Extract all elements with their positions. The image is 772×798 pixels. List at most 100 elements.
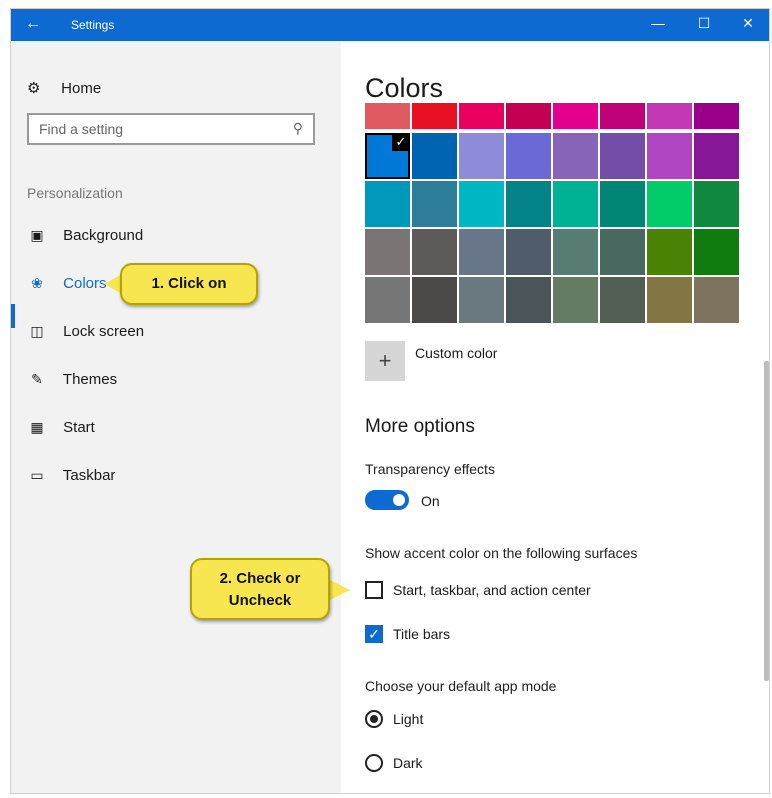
color-swatch[interactable] [506, 133, 551, 179]
callout-check-uncheck: 2. Check or Uncheck [190, 558, 330, 620]
start-icon: ▦ [30, 419, 44, 435]
toggle-knob [393, 494, 405, 506]
taskbar-icon: ▭ [30, 467, 44, 483]
color-swatch[interactable] [365, 229, 410, 275]
gear-icon: ⚙ [27, 80, 41, 97]
sidebar: ⚙ Home Find a setting ⚲ Personalization … [11, 41, 341, 793]
callout-check-line1: 2. Check or [219, 570, 301, 587]
sidebar-item-colors[interactable]: ❀ Colors [27, 275, 107, 299]
color-swatch[interactable] [412, 181, 457, 227]
active-indicator [11, 304, 15, 328]
minimize-button[interactable]: — [643, 15, 673, 31]
section-label: Personalization [27, 185, 123, 201]
sidebar-item-background[interactable]: ▣ Background [27, 227, 143, 251]
app-mode-label: Choose your default app mode [365, 678, 557, 694]
sidebar-item-label: Background [63, 227, 144, 244]
sidebar-item-taskbar[interactable]: ▭ Taskbar [27, 467, 115, 491]
color-swatch[interactable] [459, 181, 504, 227]
sidebar-item-label: Lock screen [63, 323, 145, 340]
color-swatch[interactable] [412, 229, 457, 275]
color-swatch[interactable] [694, 133, 739, 179]
back-arrow-icon[interactable]: ← [25, 15, 41, 33]
search-icon[interactable]: ⚲ [293, 120, 303, 137]
color-swatch[interactable] [459, 133, 504, 179]
accent-surfaces-label: Show accent color on the following surfa… [365, 545, 638, 561]
color-swatch[interactable] [553, 103, 598, 129]
color-swatch[interactable] [553, 133, 598, 179]
color-swatch[interactable] [647, 181, 692, 227]
color-swatch[interactable] [365, 103, 410, 129]
home-label: Home [61, 80, 102, 97]
settings-window: ← Settings — ☐ ✕ ⚙ Home Find a setting ⚲… [10, 8, 770, 794]
transparency-label: Transparency effects [365, 461, 495, 477]
light-label: Light [393, 711, 424, 727]
page-title: Colors [365, 73, 444, 103]
color-swatch[interactable] [647, 133, 692, 179]
more-options-heading: More options [365, 416, 475, 437]
palette-icon: ❀ [31, 275, 43, 291]
custom-color-label: Custom color [415, 345, 498, 361]
sidebar-item-label: Themes [62, 371, 118, 388]
start-taskbar-label: Start, taskbar, and action center [393, 582, 591, 598]
color-swatch[interactable] [553, 229, 598, 275]
search-placeholder: Find a setting [39, 121, 124, 137]
color-swatch[interactable] [553, 181, 598, 227]
custom-color-button[interactable]: + [365, 341, 405, 381]
color-swatch[interactable] [647, 277, 692, 323]
color-swatch[interactable] [694, 277, 739, 323]
color-swatch[interactable] [600, 229, 645, 275]
color-swatch[interactable]: ✓ [365, 133, 410, 179]
sidebar-item-themes[interactable]: ✎ Themes [27, 371, 117, 395]
color-swatch[interactable] [365, 181, 410, 227]
color-swatch[interactable] [694, 103, 739, 129]
transparency-state: On [421, 493, 440, 509]
color-swatch[interactable] [412, 103, 457, 129]
color-swatch[interactable] [600, 133, 645, 179]
light-radio[interactable] [365, 710, 383, 728]
color-swatch[interactable] [459, 229, 504, 275]
color-swatch[interactable] [506, 103, 551, 129]
start-taskbar-checkbox[interactable] [365, 581, 383, 599]
title-bar: ← Settings — ☐ ✕ [11, 9, 769, 41]
color-swatch[interactable] [412, 133, 457, 179]
color-swatch[interactable] [459, 103, 504, 129]
sidebar-item-label: Colors [63, 275, 107, 292]
color-swatch[interactable] [506, 229, 551, 275]
color-swatch[interactable] [365, 277, 410, 323]
lock-screen-icon: ◫ [30, 323, 44, 339]
sidebar-item-label: Start [63, 419, 95, 436]
sidebar-item-label: Taskbar [62, 467, 116, 484]
color-swatch[interactable] [694, 181, 739, 227]
color-swatch[interactable] [647, 103, 692, 129]
color-swatch[interactable] [553, 277, 598, 323]
sidebar-item-start[interactable]: ▦ Start [27, 419, 95, 443]
close-button[interactable]: ✕ [733, 15, 763, 32]
callout-check-line2: Uncheck [228, 592, 292, 609]
sidebar-item-lock-screen[interactable]: ◫ Lock screen [27, 323, 144, 347]
color-swatch[interactable] [647, 229, 692, 275]
dark-radio[interactable] [365, 754, 383, 772]
transparency-toggle[interactable] [365, 490, 409, 510]
color-swatch[interactable] [600, 181, 645, 227]
color-swatch[interactable] [600, 103, 645, 129]
color-swatch[interactable] [506, 277, 551, 323]
dark-label: Dark [393, 755, 423, 771]
color-swatch[interactable] [694, 229, 739, 275]
selected-check-icon: ✓ [392, 133, 410, 151]
themes-icon: ✎ [31, 371, 43, 387]
search-input[interactable]: Find a setting ⚲ [27, 113, 315, 145]
sidebar-home[interactable]: ⚙ Home [27, 79, 101, 97]
callout-click-on: 1. Click on [120, 263, 258, 305]
title-bars-checkbox[interactable]: ✓ [365, 625, 383, 643]
callout-check-tail [330, 580, 350, 600]
checkmark-icon: ✓ [368, 626, 380, 642]
scrollbar[interactable] [764, 361, 769, 681]
color-swatch[interactable] [600, 277, 645, 323]
color-swatch[interactable] [412, 277, 457, 323]
color-swatch[interactable] [506, 181, 551, 227]
callout-click-on-text: 1. Click on [151, 275, 227, 292]
maximize-button[interactable]: ☐ [689, 15, 719, 32]
background-icon: ▣ [30, 227, 44, 243]
window-title: Settings [71, 18, 115, 32]
color-swatch[interactable] [459, 277, 504, 323]
